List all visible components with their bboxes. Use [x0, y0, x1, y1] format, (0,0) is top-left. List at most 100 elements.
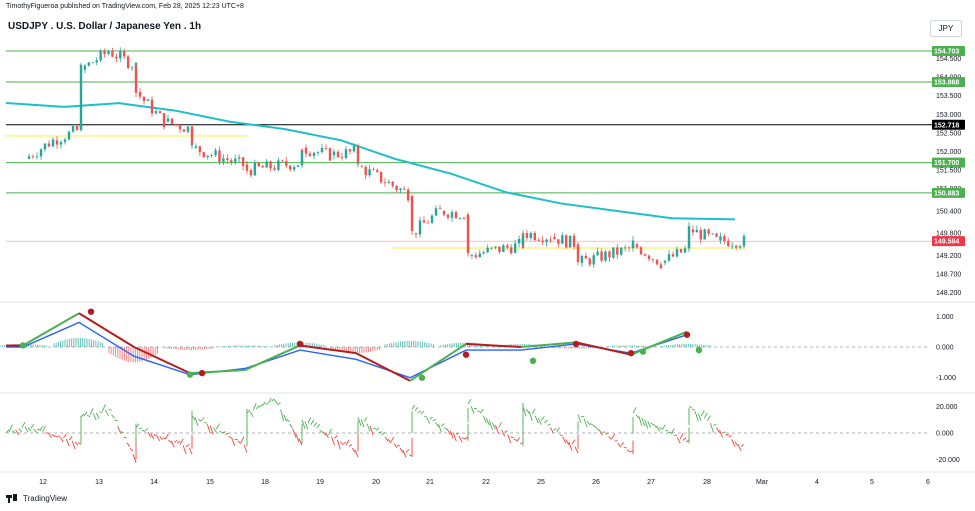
- candle-body: [667, 254, 671, 261]
- candle-body: [198, 146, 202, 153]
- oscillator-line: [228, 435, 232, 439]
- oscillator-line: [662, 424, 666, 430]
- oscillator-line: [641, 417, 646, 427]
- candle-body: [502, 245, 505, 252]
- oscillator-line: [458, 435, 463, 443]
- macd-cross-marker: [186, 371, 194, 378]
- candle-body: [332, 151, 336, 156]
- candle-body: [691, 229, 695, 233]
- candle-body: [537, 240, 540, 241]
- oscillator-line: [162, 437, 166, 440]
- macd-cross-marker: [19, 342, 27, 349]
- candle-body: [561, 235, 564, 244]
- candle-body: [576, 258, 580, 263]
- candle-body: [35, 156, 39, 158]
- macd-signal-line: [244, 344, 301, 371]
- oscillator-line: [213, 427, 217, 433]
- oscillator-line: [562, 436, 567, 443]
- oscillator-line: [559, 434, 563, 437]
- macd-cross-marker: [695, 346, 703, 354]
- candle-body: [296, 165, 300, 167]
- candle-body: [631, 243, 635, 248]
- oscillator-line: [258, 404, 263, 408]
- oscillator-line: [611, 433, 616, 439]
- candle-body: [703, 229, 706, 240]
- oscillator-line: [231, 437, 236, 446]
- oscillator-line: [691, 408, 696, 411]
- oscillator-line: [39, 426, 44, 432]
- oscillator-line: [435, 422, 439, 428]
- candle-body: [608, 251, 611, 258]
- candle-body: [557, 239, 560, 244]
- oscillator-line: [59, 437, 64, 443]
- oscillator-line: [222, 431, 226, 434]
- oscillator-line: [194, 417, 199, 427]
- oscillator-line: [417, 410, 422, 413]
- price-axis-tick: 149.200: [936, 253, 961, 260]
- oscillator-line: [528, 411, 533, 421]
- candle-body: [418, 220, 422, 235]
- oscillator-line: [261, 401, 266, 407]
- oscillator-line: [519, 442, 524, 445]
- candle-body: [679, 249, 683, 253]
- candle-body: [513, 243, 517, 253]
- oscillator-line: [197, 418, 202, 422]
- oscillator-line: [381, 431, 386, 436]
- oscillator-line: [700, 410, 705, 417]
- oscillator-line: [54, 435, 58, 438]
- candle-body: [391, 181, 394, 186]
- candle-body: [285, 160, 288, 166]
- candle-body: [486, 247, 489, 253]
- candle-body: [545, 239, 548, 243]
- oscillator-line: [123, 436, 127, 439]
- oscillator-line: [21, 422, 26, 428]
- oscillator-line: [200, 416, 205, 422]
- oscillator-line: [316, 424, 321, 429]
- oscillator-line: [740, 444, 745, 447]
- price-chart[interactable]: 154.500154.000153.500153.000152.500152.0…: [0, 0, 975, 511]
- oscillator-line: [33, 428, 38, 433]
- oscillator-line: [286, 418, 291, 423]
- oscillator-line: [608, 436, 612, 440]
- candle-body: [734, 245, 738, 248]
- oscillator-line: [444, 427, 448, 430]
- candle-body: [635, 244, 639, 248]
- oscillator-line: [446, 429, 451, 436]
- candle-body: [434, 208, 438, 216]
- candle-body: [410, 219, 414, 231]
- oscillator-line: [83, 411, 88, 417]
- oscillator-line: [240, 436, 245, 444]
- candle-body: [162, 113, 166, 128]
- oscillator-line: [682, 437, 687, 441]
- candle-body: [466, 214, 470, 236]
- oscillator-line: [568, 441, 573, 451]
- tradingview-logo[interactable]: TradingView: [6, 494, 67, 503]
- candle-body: [738, 246, 742, 248]
- oscillator-line: [153, 433, 157, 436]
- candle-body: [438, 208, 442, 210]
- oscillator-line: [405, 448, 410, 453]
- oscillator-line: [331, 436, 335, 446]
- candle-body: [91, 62, 94, 64]
- time-axis-tick: 25: [537, 479, 545, 486]
- oscillator-line: [626, 449, 631, 453]
- oscillator-line: [378, 431, 383, 433]
- oscillator-line: [706, 415, 711, 421]
- oscillator-line: [237, 440, 242, 444]
- oscillator-line: [174, 440, 178, 443]
- time-axis-tick: 20: [372, 479, 380, 486]
- candle-body: [406, 189, 410, 201]
- oscillator-line: [713, 423, 717, 426]
- candle-body: [249, 170, 253, 176]
- candle-body: [273, 168, 276, 170]
- price-axis-tick: 152.500: [936, 130, 961, 137]
- candle-body: [588, 258, 591, 265]
- candle-body: [226, 158, 229, 161]
- time-axis-tick: 4: [815, 479, 819, 486]
- candle-body: [79, 64, 83, 105]
- time-axis-tick: 21: [426, 479, 434, 486]
- candle-body: [214, 150, 217, 156]
- candle-body: [395, 185, 398, 190]
- candle-body: [399, 188, 402, 190]
- price-axis-tick: 153.500: [936, 93, 961, 100]
